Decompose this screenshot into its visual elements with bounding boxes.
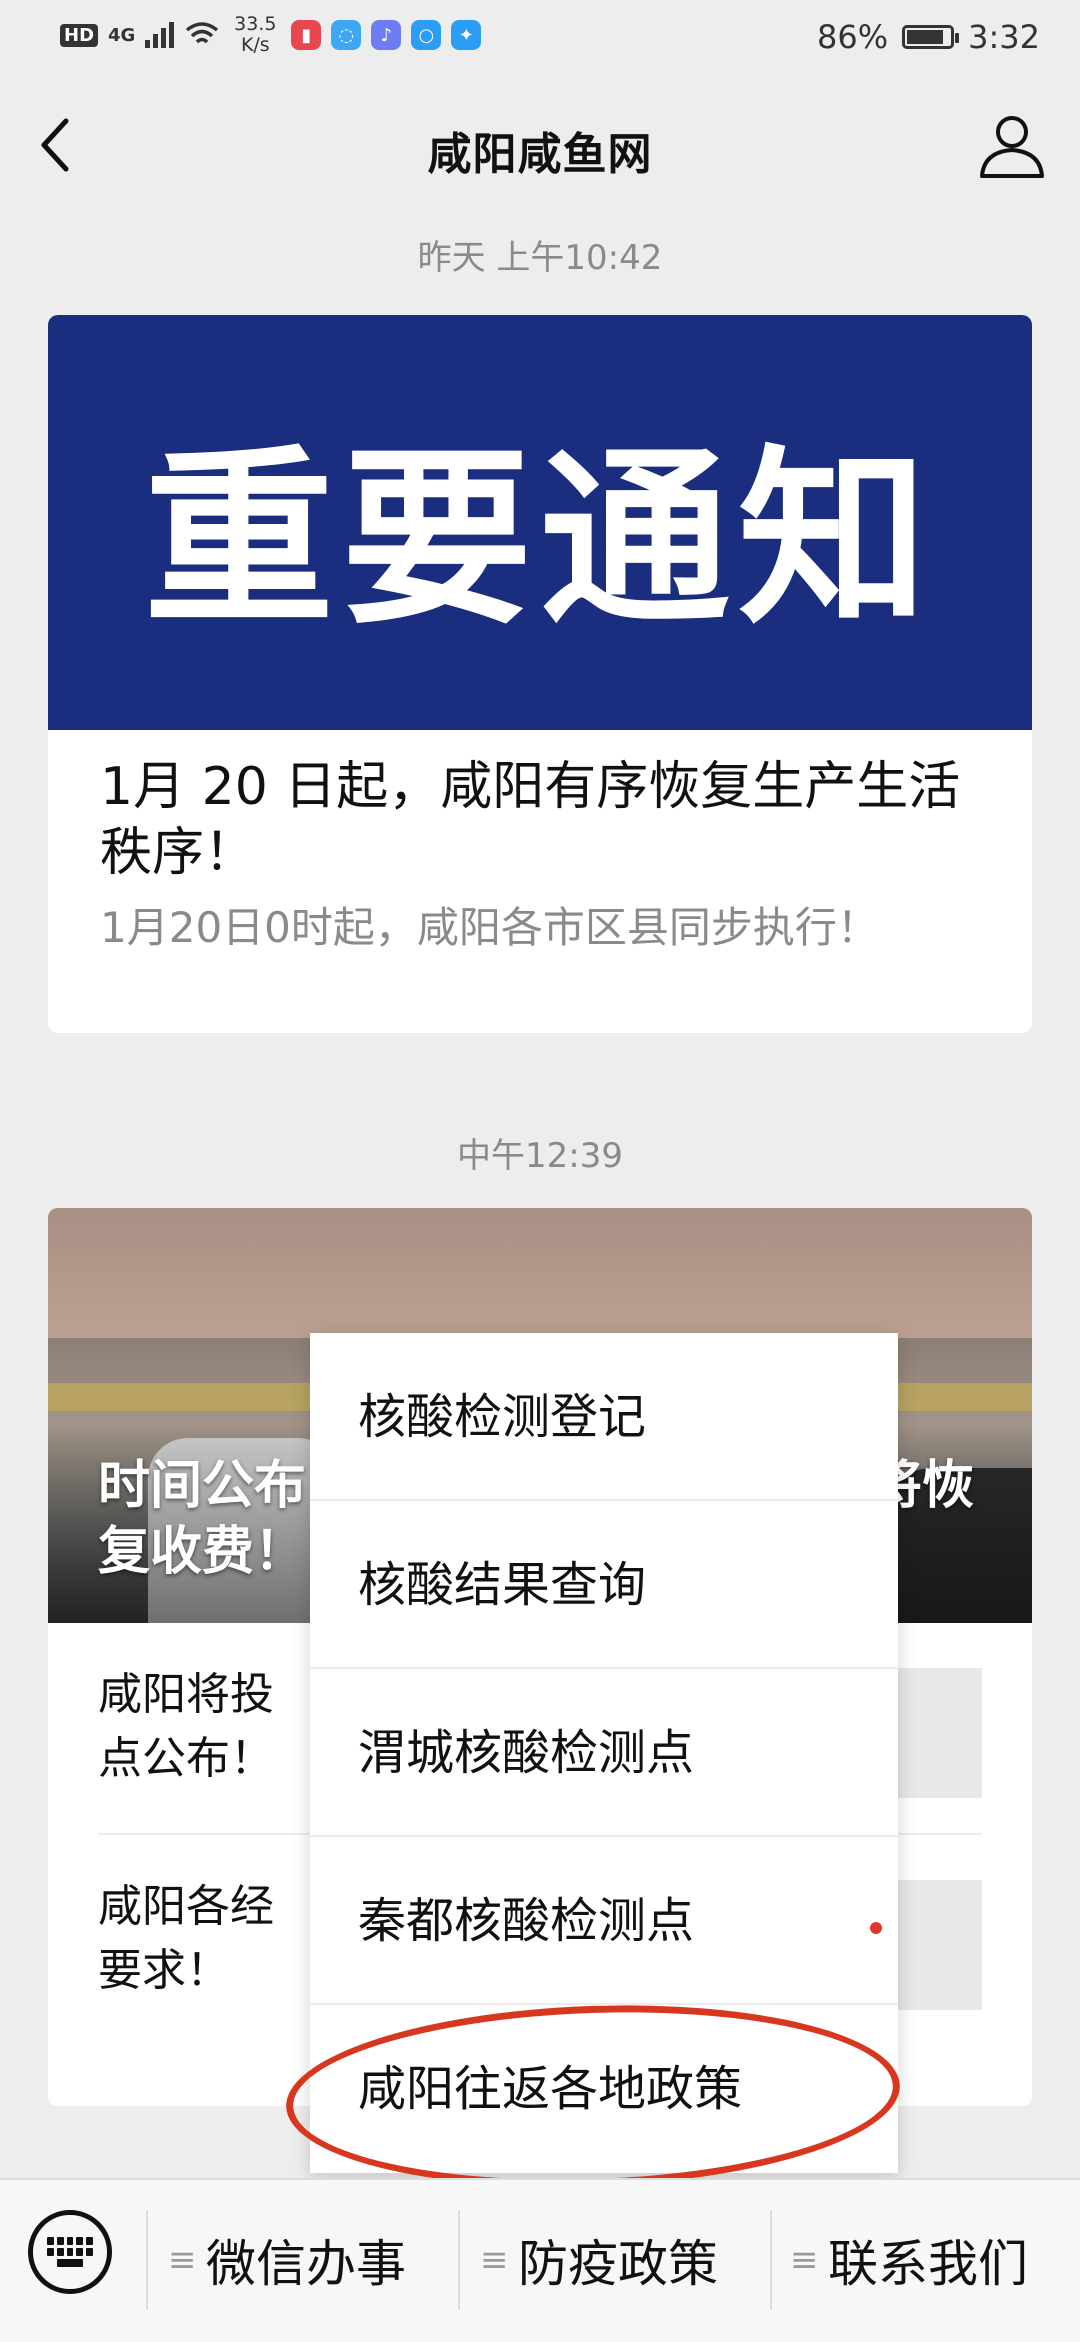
menu-item-weicheng-test-sites[interactable]: 渭城核酸检测点: [310, 1669, 898, 1837]
menu-item-nucleic-test-register[interactable]: 核酸检测登记: [310, 1333, 898, 1501]
cover-text: 重要通知: [143, 429, 936, 650]
app-bulb-icon: ✦: [451, 20, 482, 50]
keyboard-icon: [47, 2237, 93, 2267]
menu-lines-icon: ≡: [790, 2240, 819, 2280]
hd-badge: HD: [60, 23, 99, 47]
app-music-icon: ♪: [371, 20, 402, 50]
nav-bar: 咸阳咸鱼网: [0, 78, 1080, 210]
article-title: 1月 20 日起，咸阳有序恢复生产生活秩序！: [100, 757, 961, 883]
app-book-icon: ▮: [291, 20, 322, 50]
menu-item-qindu-test-sites[interactable]: 秦都核酸检测点: [310, 1837, 898, 2005]
menu-tab-contact-us[interactable]: ≡ 联系我们: [790, 2205, 1028, 2315]
profile-button[interactable]: [974, 106, 1050, 182]
menu-lines-icon: ≡: [480, 2240, 509, 2280]
signal-icon: 4G: [108, 24, 136, 46]
user-icon: [980, 116, 1044, 178]
menu-lines-icon: ≡: [168, 2240, 197, 2280]
menu-item-nucleic-result-query[interactable]: 核酸结果查询: [310, 1501, 898, 1669]
status-bar: HD 4G 33.5 K/s ▮ ◌ ♪ ○ ✦ 86% 3:32: [0, 0, 1080, 78]
message-timestamp: 昨天 上午10:42: [417, 238, 663, 278]
menu-tab-epidemic-policy[interactable]: ≡ 防疫政策: [480, 2205, 718, 2315]
cell-signal-icon: [145, 22, 175, 48]
menu-tab-wechat-services[interactable]: ≡ 微信办事: [168, 2205, 406, 2315]
battery-percent: 86%: [817, 18, 889, 56]
page-title: 咸阳咸鱼网: [427, 129, 653, 180]
article-card[interactable]: 重要通知 1月 20 日起，咸阳有序恢复生产生活秩序！ 1月20日0时起，咸阳各…: [48, 315, 1032, 1033]
app-chat-icon: ◌: [331, 20, 362, 50]
network-speed: 33.5 K/s: [234, 13, 277, 56]
battery-icon: [902, 25, 960, 49]
keyboard-toggle-button[interactable]: [28, 2210, 112, 2294]
message-timestamp: 中午12:39: [457, 1136, 623, 1176]
article-description: 1月20日0时起，咸阳各市区县同步执行！: [100, 903, 879, 952]
article-cover-image: 重要通知: [48, 315, 1032, 730]
unread-dot: [870, 1922, 882, 1934]
clock: 3:32: [968, 18, 1040, 56]
app-search-icon: ○: [411, 20, 442, 50]
wifi-icon: [186, 22, 219, 44]
